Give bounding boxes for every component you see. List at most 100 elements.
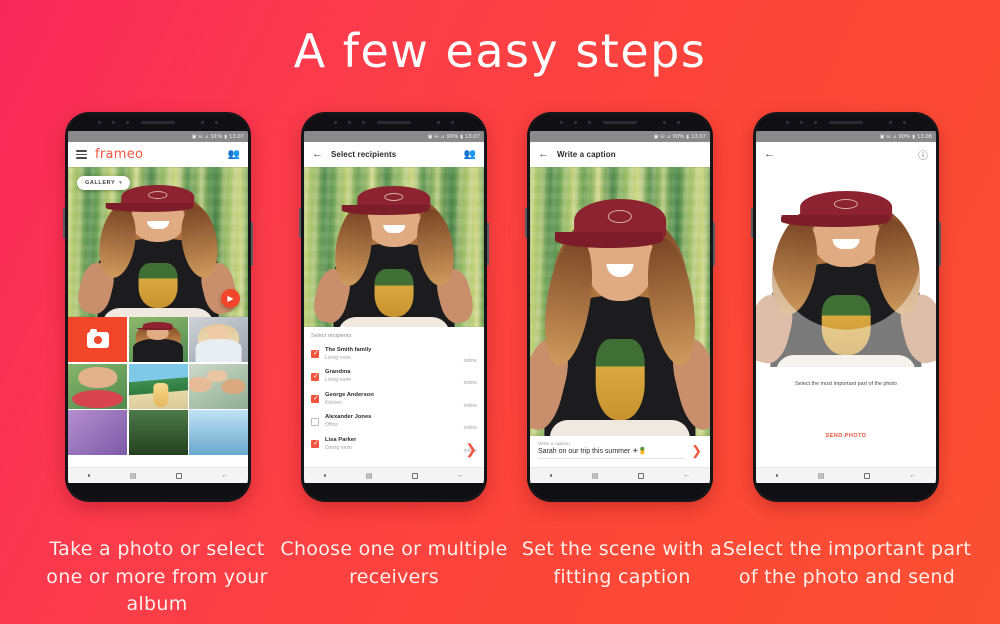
play-button[interactable]: ▶ xyxy=(221,289,240,308)
status-bar: ▣ ⛁ ⊿ 91% ▮ 13.07 xyxy=(68,131,248,142)
status-time: 13.07 xyxy=(691,133,706,140)
phone-bezel-top xyxy=(304,115,484,131)
home-icon[interactable] xyxy=(411,472,418,479)
recipient-name: The Smith family xyxy=(325,346,372,353)
back-icon[interactable]: ← xyxy=(683,472,690,479)
battery-icon: ▮ xyxy=(460,133,464,140)
gallery-tile[interactable] xyxy=(189,317,248,362)
back-icon[interactable]: ← xyxy=(221,472,228,479)
status-icons: ▣ ⛁ ⊿ xyxy=(427,133,445,140)
status-battery: 90% xyxy=(446,133,459,140)
nav-dot-icon[interactable] xyxy=(775,474,779,477)
recents-icon[interactable]: ▤ xyxy=(592,472,599,480)
phone-recipients: ▣ ⛁ ⊿ 90% ▮ 13.07 ← Select recipients 👥 xyxy=(299,112,489,502)
help-icon[interactable]: ⓘ xyxy=(918,147,928,162)
camera-tile[interactable] xyxy=(68,317,127,362)
recents-icon[interactable]: ▤ xyxy=(366,472,373,480)
chevron-down-icon: ▾ xyxy=(119,180,123,186)
phone-bezel-bottom xyxy=(530,483,710,499)
add-person-icon[interactable]: 👥 xyxy=(464,149,476,160)
hamburger-icon[interactable] xyxy=(76,150,87,159)
phone-bezel-bottom xyxy=(304,483,484,499)
recipient-row[interactable]: Alexander Jones Office online xyxy=(311,411,477,434)
status-time: 13.08 xyxy=(917,133,932,140)
status-bar: ▣ ⛁ ⊿ 90% ▮ 13.07 xyxy=(304,131,484,142)
recipient-row[interactable]: Lisa Parker Dining room online xyxy=(311,433,477,456)
gallery-tile[interactable] xyxy=(128,363,188,409)
app-bar: ← Select recipients 👥 xyxy=(304,142,484,167)
gallery-filter-button[interactable]: GALLERY ▾ xyxy=(77,176,131,190)
app-bar: ← ⓘ xyxy=(756,142,936,167)
recipient-checkbox[interactable] xyxy=(311,440,319,449)
nav-dot-icon[interactable] xyxy=(87,474,91,477)
phone-bezel-top xyxy=(756,115,936,131)
status-time: 13.07 xyxy=(465,133,480,140)
back-icon[interactable]: ← xyxy=(538,149,549,160)
recipient-checkbox[interactable] xyxy=(311,373,319,381)
step-caption-4: Select the important part of the photo a… xyxy=(722,538,972,588)
recipients-list: Select recipients The Smith family Livin… xyxy=(304,327,484,467)
recipient-name: Alexander Jones xyxy=(325,414,372,421)
recipient-name: Lisa Parker xyxy=(325,436,357,443)
gallery-tile[interactable] xyxy=(189,410,248,455)
phone-bezel-bottom xyxy=(68,483,248,499)
back-icon[interactable]: ← xyxy=(457,472,464,479)
hero-photo xyxy=(530,167,710,436)
recipient-row[interactable]: Grandma Living room online xyxy=(311,366,477,389)
recents-icon[interactable]: ▤ xyxy=(130,472,137,480)
back-icon[interactable]: ← xyxy=(312,149,323,160)
home-icon[interactable] xyxy=(863,472,870,479)
recipient-row[interactable]: George Anderson Kitchen online xyxy=(311,388,477,411)
recipient-checkbox[interactable] xyxy=(311,350,319,359)
recipient-status: online xyxy=(463,425,477,431)
gallery-tile[interactable] xyxy=(68,363,127,409)
gallery-grid xyxy=(68,317,248,467)
caption-editor: Write a caption Sarah on our trip this s… xyxy=(530,436,710,467)
send-photo-button[interactable]: SEND PHOTO xyxy=(826,433,867,439)
back-icon[interactable]: ← xyxy=(764,149,775,160)
recipient-status: online xyxy=(463,380,477,386)
recipient-room: Living room xyxy=(325,377,351,384)
step-caption-1: Take a photo or select one or more from … xyxy=(46,538,268,616)
status-battery: 90% xyxy=(672,133,685,140)
status-icons: ▣ ⛁ ⊿ xyxy=(653,133,671,140)
status-icons: ▣ ⛁ ⊿ xyxy=(191,133,209,140)
gallery-tile[interactable] xyxy=(128,410,188,455)
crop-photo[interactable] xyxy=(756,167,936,367)
back-icon[interactable]: ← xyxy=(909,472,916,479)
step-caption-2: Choose one or multiple receivers xyxy=(280,538,508,588)
status-icons: ▣ ⛁ ⊿ xyxy=(879,133,897,140)
app-bar: frameo 👥 xyxy=(68,142,248,167)
home-icon[interactable] xyxy=(637,472,644,479)
recipient-name: Grandma xyxy=(325,369,351,376)
gallery-tile[interactable] xyxy=(128,317,188,362)
phone-caption: ▣ ⛁ ⊿ 90% ▮ 13.07 ← Write a caption Writ… xyxy=(525,112,715,502)
recipient-row[interactable]: The Smith family Living room online xyxy=(311,343,477,366)
caption-input[interactable]: Sarah on our trip this summer ☀🍍 xyxy=(538,447,686,459)
app-bar: ← Write a caption xyxy=(530,142,710,167)
recipient-checkbox[interactable] xyxy=(311,395,319,404)
android-nav-bar: ▤ ← xyxy=(304,467,484,483)
list-title: Select recipients xyxy=(311,333,352,339)
recents-icon[interactable]: ▤ xyxy=(818,472,825,480)
gallery-tile[interactable] xyxy=(189,363,248,409)
crop-hint-text: Select the most important part of the ph… xyxy=(795,381,897,387)
phone-bezel-bottom xyxy=(756,483,936,499)
status-bar: ▣ ⛁ ⊿ 90% ▮ 13.07 xyxy=(530,131,710,142)
hero-photo[interactable]: GALLERY ▾ ▶ xyxy=(68,167,248,317)
nav-dot-icon[interactable] xyxy=(323,474,327,477)
recipient-room: Dining room xyxy=(325,444,352,451)
gallery-tile[interactable] xyxy=(68,410,127,455)
recipient-checkbox[interactable] xyxy=(311,417,319,426)
add-person-icon[interactable]: 👥 xyxy=(228,149,240,160)
nav-dot-icon[interactable] xyxy=(549,474,553,477)
status-bar: ▣ ⛁ ⊿ 90% ▮ 13.08 xyxy=(756,131,936,142)
send-button[interactable]: ❯ xyxy=(691,444,702,459)
page-title: Select recipients xyxy=(331,150,397,159)
battery-icon: ▮ xyxy=(224,133,228,140)
crop-circle-mask xyxy=(756,167,936,367)
hero-photo xyxy=(304,167,484,327)
next-button[interactable]: ❯ xyxy=(465,441,477,458)
phone-bezel-top xyxy=(530,115,710,131)
home-icon[interactable] xyxy=(175,472,182,479)
